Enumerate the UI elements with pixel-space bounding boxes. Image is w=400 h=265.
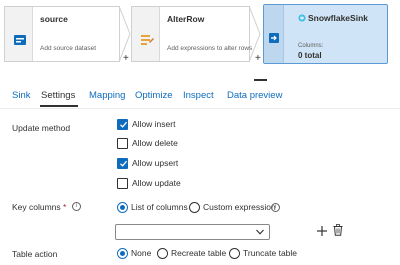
table-action-label: Table action — [12, 249, 58, 259]
key-columns-label-row: Key columns * i — [12, 202, 81, 212]
custom-expression-label: Custom expression — [203, 202, 276, 212]
table-action-none-radio[interactable] — [117, 248, 128, 259]
alter-row-node[interactable]: AlterRow Add expressions to alter rows — [131, 6, 253, 62]
recreate-table-label: Recreate table — [171, 248, 227, 258]
add-transform-button[interactable]: + — [123, 54, 129, 64]
panel-resize-handle[interactable] — [254, 79, 267, 81]
allow-insert-label: Allow insert — [132, 119, 176, 129]
alter-row-icon — [141, 35, 154, 45]
snowflake-sink-node[interactable]: SnowflakeSink Columns: 0 total — [263, 4, 388, 64]
info-icon[interactable]: i — [71, 202, 81, 211]
required-indicator: * — [63, 202, 67, 212]
checkbox-box[interactable] — [117, 178, 128, 189]
columns-label: Columns: — [298, 43, 324, 49]
add-transform-button[interactable]: + — [255, 54, 261, 64]
tab-inspect[interactable]: Inspect — [183, 90, 214, 101]
tab-optimize[interactable]: Optimize — [135, 90, 172, 101]
delete-icon[interactable] — [333, 224, 343, 236]
chevron-down-icon — [256, 229, 264, 235]
sink-node-title: SnowflakeSink — [308, 13, 368, 23]
sink-icon — [269, 33, 279, 43]
tab-sink[interactable]: Sink — [12, 90, 30, 101]
columns-count: 0 total — [298, 51, 322, 60]
truncate-table-label: Truncate table — [243, 248, 298, 258]
list-of-columns-radio[interactable] — [117, 202, 128, 213]
key-column-select[interactable] — [115, 224, 270, 240]
checkmark-icon — [120, 121, 128, 128]
recreate-table-radio[interactable] — [157, 248, 168, 259]
source-node[interactable]: source Add source dataset — [4, 6, 120, 62]
active-tab-indicator — [40, 105, 78, 107]
source-node-description: Add source dataset — [40, 45, 97, 52]
add-key-column-button[interactable] — [316, 224, 328, 238]
checkmark-icon — [120, 160, 128, 167]
checkbox-box[interactable] — [117, 158, 128, 169]
alter-row-node-title: AlterRow — [167, 14, 205, 24]
snowflake-icon — [298, 14, 306, 22]
allow-upsert-label: Allow upsert — [132, 158, 179, 168]
table-action-none-label: None — [131, 248, 152, 258]
data-flow-canvas: source Add source dataset + AlterRow Add… — [0, 0, 400, 78]
custom-expression-radio[interactable] — [189, 202, 200, 213]
update-method-label: Update method — [12, 123, 71, 133]
source-icon — [14, 35, 26, 45]
source-node-title: source — [40, 14, 68, 24]
alter-row-node-description: Add expressions to alter rows — [167, 45, 253, 52]
tab-settings[interactable]: Settings — [41, 90, 75, 101]
tab-mapping[interactable]: Mapping — [89, 90, 125, 101]
checkbox-box[interactable] — [117, 138, 128, 149]
list-of-columns-label: List of columns — [131, 202, 188, 212]
key-columns-label: Key columns — [12, 202, 61, 212]
allow-delete-label: Allow delete — [132, 138, 178, 148]
allow-update-label: Allow update — [132, 178, 181, 188]
info-icon[interactable]: i — [271, 203, 280, 212]
tab-data-preview[interactable]: Data preview — [227, 90, 282, 101]
checkbox-box[interactable] — [117, 119, 128, 130]
truncate-table-radio[interactable] — [229, 248, 240, 259]
